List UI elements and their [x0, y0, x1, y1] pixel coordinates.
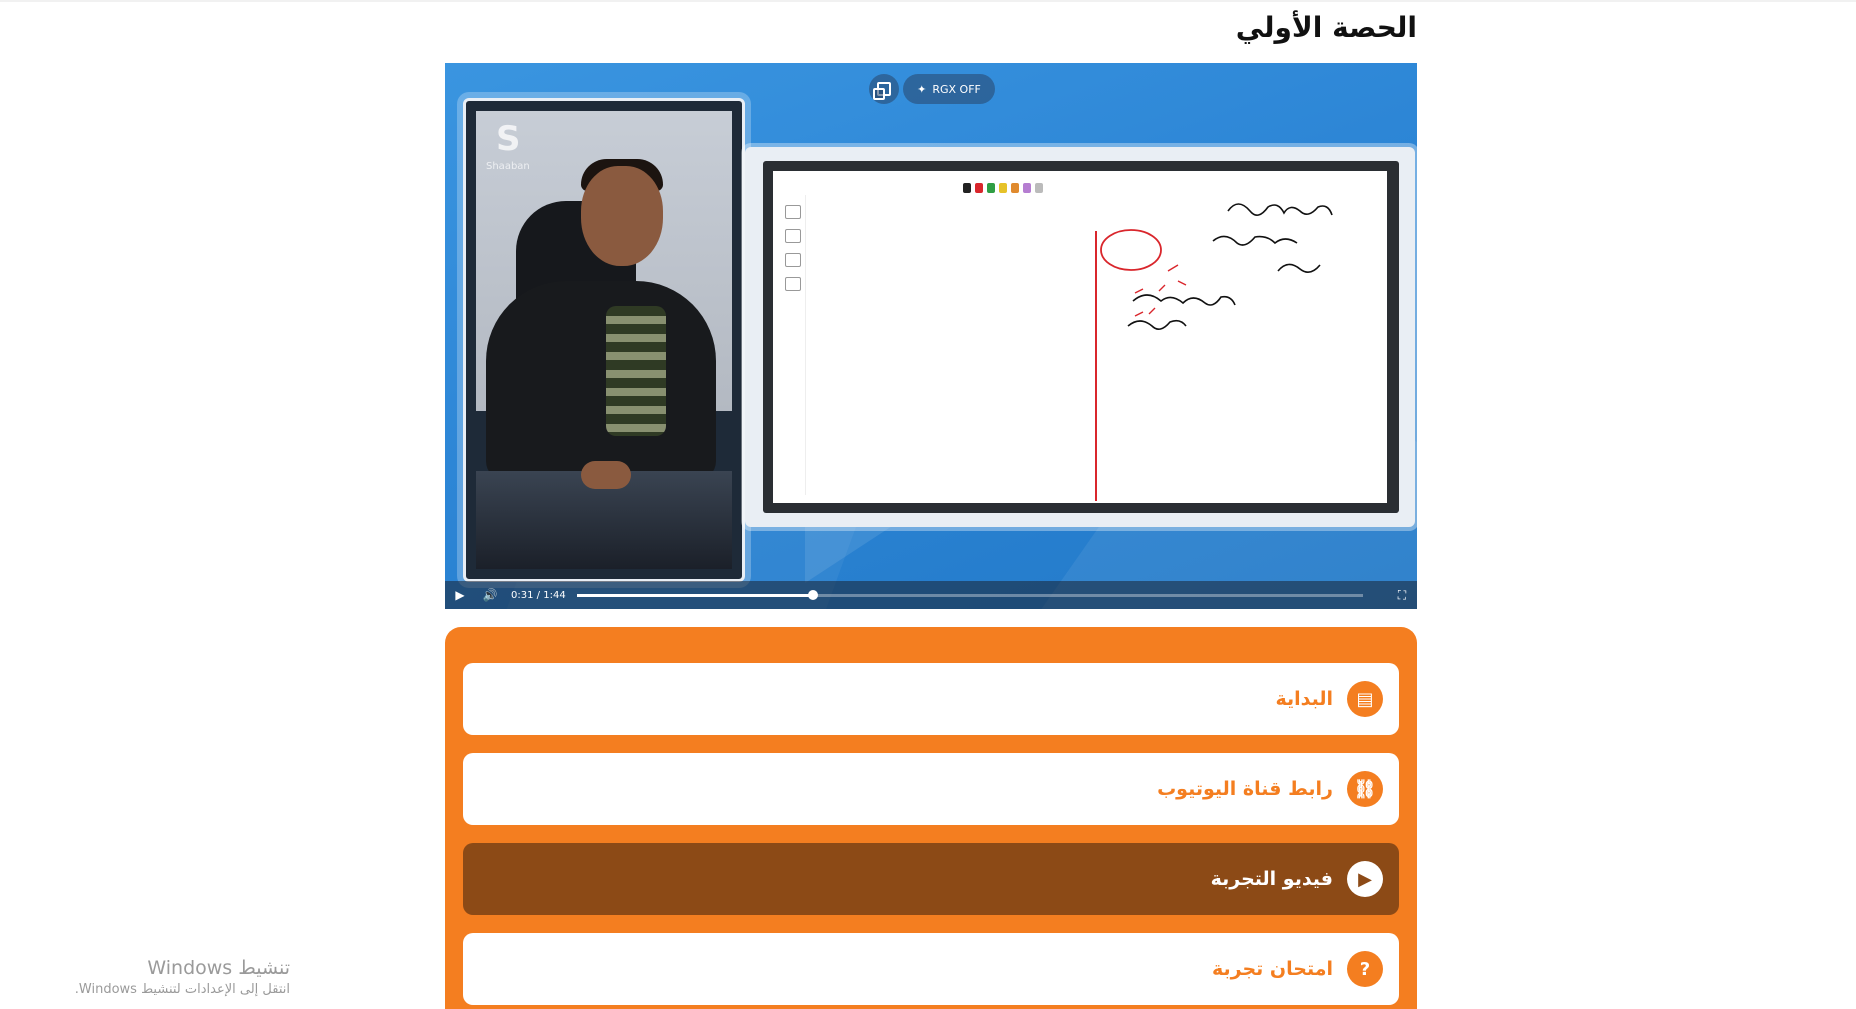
menu-item-label: رابط قناة اليوتيوب [1157, 778, 1333, 800]
menu-item-youtube-link[interactable]: ⛓ رابط قناة اليوتيوب [463, 753, 1399, 825]
sparkle-icon: ✦ [917, 82, 927, 96]
fullscreen-button[interactable]: ⛶ [1387, 581, 1417, 609]
whiteboard-canvas [773, 171, 1387, 503]
menu-item-trial-video[interactable]: ▶ فيديو التجربة [463, 843, 1399, 915]
teacher-head [581, 166, 663, 266]
progress-bar[interactable] [577, 589, 1363, 600]
volume-button[interactable]: 🔊 [475, 581, 505, 609]
windows-activation-watermark: تنشيط Windows انتقل إلى الإعدادات لتنشيط… [40, 956, 290, 1000]
whiteboard-bezel [763, 161, 1399, 513]
duration: 1:44 [543, 589, 566, 601]
menu-item-label: فيديو التجربة [1210, 868, 1333, 890]
whiteboard-frame [745, 147, 1415, 527]
progress-fill [577, 593, 813, 597]
brand-logo-icon: S [496, 119, 521, 159]
activation-title: تنشيط Windows [147, 957, 290, 979]
current-time: 0:31 [511, 589, 534, 601]
question-icon: ? [1347, 951, 1383, 987]
menu-item-start[interactable]: ▤ البداية [463, 663, 1399, 735]
copy-icon [873, 82, 891, 100]
brand-logo-text: Shaaban [486, 161, 530, 172]
teacher-body [486, 281, 716, 481]
activation-subtitle: انتقل إلى الإعدادات لتنشيط Windows. [74, 982, 290, 997]
time-display: 0:31 / 1:44 [511, 590, 567, 601]
rgx-label: RGX OFF [932, 82, 981, 96]
player-controls: ▶ 🔊 0:31 / 1:44 ⛶ [445, 581, 1417, 609]
play-button[interactable]: ▶ [445, 581, 475, 609]
play-icon: ▶ [455, 588, 465, 602]
top-border [0, 0, 1856, 2]
handwritten-notes [1100, 203, 1333, 330]
teacher-hand [581, 461, 631, 489]
video-player[interactable]: ✦ RGX OFF S Shaaban ▶ 🔊 0:31 / 1:44 ⛶ [445, 63, 1417, 609]
page-title: الحصة الأولي [1235, 11, 1417, 44]
link-icon: ⛓ [1347, 771, 1383, 807]
menu-item-label: البداية [1275, 688, 1333, 710]
menu-item-trial-exam[interactable]: ? امتحان تجربة [463, 933, 1399, 1005]
document-icon: ▤ [1347, 681, 1383, 717]
teacher-camera-view: S Shaaban [463, 98, 745, 582]
teacher-sweater [606, 306, 666, 436]
fullscreen-icon: ⛶ [1397, 587, 1407, 602]
speaker-icon: 🔊 [482, 588, 498, 602]
time-separator: / [536, 589, 541, 601]
play-icon: ▶ [1347, 861, 1383, 897]
copy-button[interactable] [869, 74, 899, 104]
menu-item-label: امتحان تجربة [1212, 958, 1333, 980]
progress-handle[interactable] [807, 589, 818, 600]
lesson-content-panel: ▤ البداية ⛓ رابط قناة اليوتيوب ▶ فيديو ا… [445, 627, 1417, 1009]
rgx-toggle-button[interactable]: ✦ RGX OFF [903, 74, 995, 104]
